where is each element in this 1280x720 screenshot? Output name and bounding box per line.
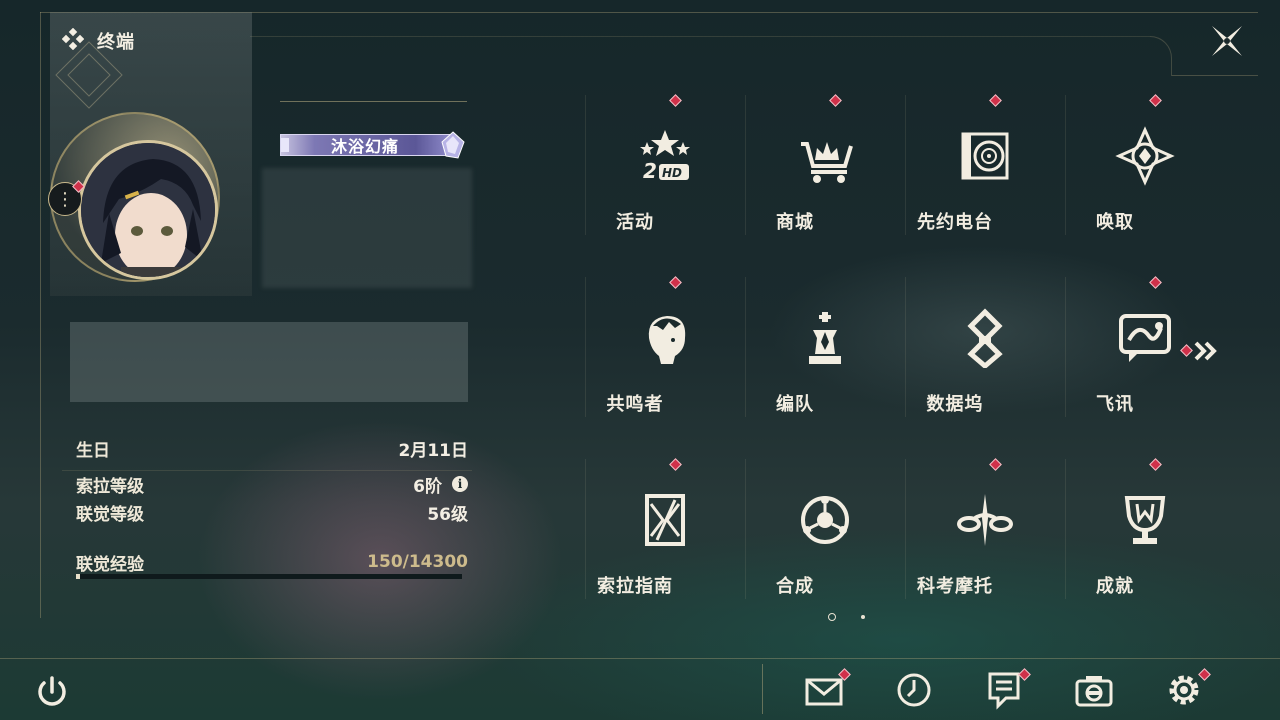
menu-item-label: 合成 bbox=[776, 576, 814, 597]
info-row-sol-rank: 索拉等级 6阶 i bbox=[76, 472, 468, 497]
notes-icon bbox=[988, 672, 1020, 710]
notification-dot bbox=[829, 94, 842, 107]
exp-progress-fill bbox=[76, 574, 80, 579]
camera-button[interactable] bbox=[1074, 670, 1114, 710]
team-icon bbox=[809, 312, 841, 364]
radio-icon bbox=[961, 132, 1009, 180]
exp-label: 联觉经验 bbox=[76, 554, 144, 575]
info-key: 索拉等级 bbox=[76, 476, 144, 497]
message-icon bbox=[1119, 314, 1171, 362]
menu-item-achievement[interactable]: 成就 bbox=[1065, 458, 1225, 642]
menu-item-message[interactable]: 飞讯 bbox=[1065, 276, 1225, 460]
menu-item-label: 科考摩托 bbox=[917, 576, 993, 597]
shop-icon bbox=[801, 142, 853, 183]
menu-item-team[interactable]: 编队 bbox=[745, 278, 905, 460]
divider bbox=[280, 101, 467, 102]
camera-icon bbox=[1075, 676, 1113, 707]
notification-dot bbox=[989, 458, 1002, 471]
info-row-exp: 联觉经验 150/14300 bbox=[76, 550, 468, 575]
frame-line-left bbox=[40, 12, 41, 618]
exp-value: 150/14300 bbox=[367, 552, 468, 572]
data-bank-icon bbox=[967, 308, 1003, 368]
frame-line-inner bbox=[250, 36, 1150, 37]
menu-item-label: 共鸣者 bbox=[606, 394, 664, 415]
badge-ornament-icon bbox=[281, 138, 289, 152]
info-row-union-level: 联觉等级 56级 bbox=[76, 500, 468, 525]
motorcycle-icon bbox=[957, 494, 1013, 546]
menu-item-label: 活动 bbox=[616, 212, 654, 233]
menu-item-motorcycle[interactable]: 科考摩托 bbox=[905, 458, 1065, 642]
svg-text:HD: HD bbox=[662, 166, 682, 180]
notification-dot bbox=[1149, 458, 1162, 471]
history-button[interactable] bbox=[894, 670, 934, 710]
menu-item-synthesis[interactable]: 合成 bbox=[745, 460, 905, 642]
info-value: 2月11日 bbox=[398, 440, 469, 461]
frame-corner bbox=[1150, 36, 1172, 76]
mail-button[interactable] bbox=[804, 668, 851, 710]
event-2hd-icon: 2 HD bbox=[640, 130, 690, 183]
menu-item-data-bank[interactable]: 数据坞 bbox=[905, 278, 1065, 460]
page-title: 终端 bbox=[97, 32, 135, 53]
menu-item-label: 索拉指南 bbox=[597, 576, 673, 597]
frame-line-bottom bbox=[0, 658, 1280, 659]
menu-item-label: 飞讯 bbox=[1096, 394, 1134, 415]
synthesis-icon bbox=[801, 496, 849, 544]
menu-item-label: 数据坞 bbox=[926, 394, 984, 415]
menu-item-radio[interactable]: 先约电台 bbox=[905, 94, 1065, 278]
guidebook-icon bbox=[645, 494, 685, 546]
page-dot[interactable] bbox=[861, 615, 865, 619]
bottom-separator bbox=[762, 664, 763, 714]
terminal-icon bbox=[62, 28, 84, 50]
page-dot-active[interactable] bbox=[828, 613, 836, 621]
notification-dot bbox=[1149, 94, 1162, 107]
menu-item-guidebook[interactable]: 索拉指南 bbox=[585, 458, 745, 642]
settings-icon bbox=[1169, 675, 1199, 705]
menu-item-label: 先约电台 bbox=[917, 212, 993, 233]
info-value: 6阶 bbox=[413, 476, 442, 497]
character-portrait-icon bbox=[81, 143, 215, 277]
notes-button[interactable] bbox=[984, 668, 1031, 710]
convene-icon bbox=[1115, 126, 1175, 186]
info-key: 生日 bbox=[76, 440, 110, 461]
notification-dot bbox=[669, 276, 682, 289]
menu-item-label: 唤取 bbox=[1096, 212, 1134, 233]
info-row-birthday: 生日 2月11日 bbox=[76, 436, 469, 461]
clock-icon bbox=[897, 673, 931, 707]
notification-dot bbox=[989, 94, 1002, 107]
menu-item-label: 成就 bbox=[1096, 576, 1134, 597]
signature-block bbox=[70, 322, 468, 402]
next-page-arrow-icon[interactable] bbox=[1194, 341, 1220, 361]
info-icon[interactable]: i bbox=[452, 476, 468, 492]
crystal-icon bbox=[441, 131, 465, 159]
menu-item-convene[interactable]: 唤取 bbox=[1065, 94, 1225, 278]
frame-line-right bbox=[1172, 75, 1258, 76]
info-value: 56级 bbox=[427, 504, 468, 525]
menu-item-resonators[interactable]: 共鸣者 bbox=[585, 276, 745, 460]
menu-item-shop[interactable]: 商城 bbox=[745, 94, 905, 278]
menu-item-label: 编队 bbox=[776, 394, 814, 415]
hidden-info-block bbox=[262, 168, 472, 288]
menu-item-events[interactable]: 2 HD 活动 bbox=[585, 94, 745, 278]
notification-dot bbox=[1149, 276, 1162, 289]
resonator-icon bbox=[648, 316, 686, 364]
avatar[interactable] bbox=[78, 140, 218, 280]
notification-dot bbox=[669, 458, 682, 471]
notification-dot bbox=[669, 94, 682, 107]
menu-item-label: 商城 bbox=[776, 212, 814, 233]
exp-progress-bar bbox=[76, 574, 462, 579]
settings-button[interactable] bbox=[1164, 668, 1211, 710]
close-icon[interactable] bbox=[1208, 22, 1246, 60]
title-badge[interactable]: 沐浴幻痛 bbox=[280, 128, 468, 162]
achievement-icon bbox=[1124, 496, 1166, 544]
title-badge-label: 沐浴幻痛 bbox=[280, 134, 450, 156]
svg-text:2: 2 bbox=[643, 159, 657, 183]
power-icon[interactable] bbox=[34, 674, 70, 710]
info-key: 联觉等级 bbox=[76, 504, 144, 525]
mail-icon bbox=[805, 678, 843, 706]
